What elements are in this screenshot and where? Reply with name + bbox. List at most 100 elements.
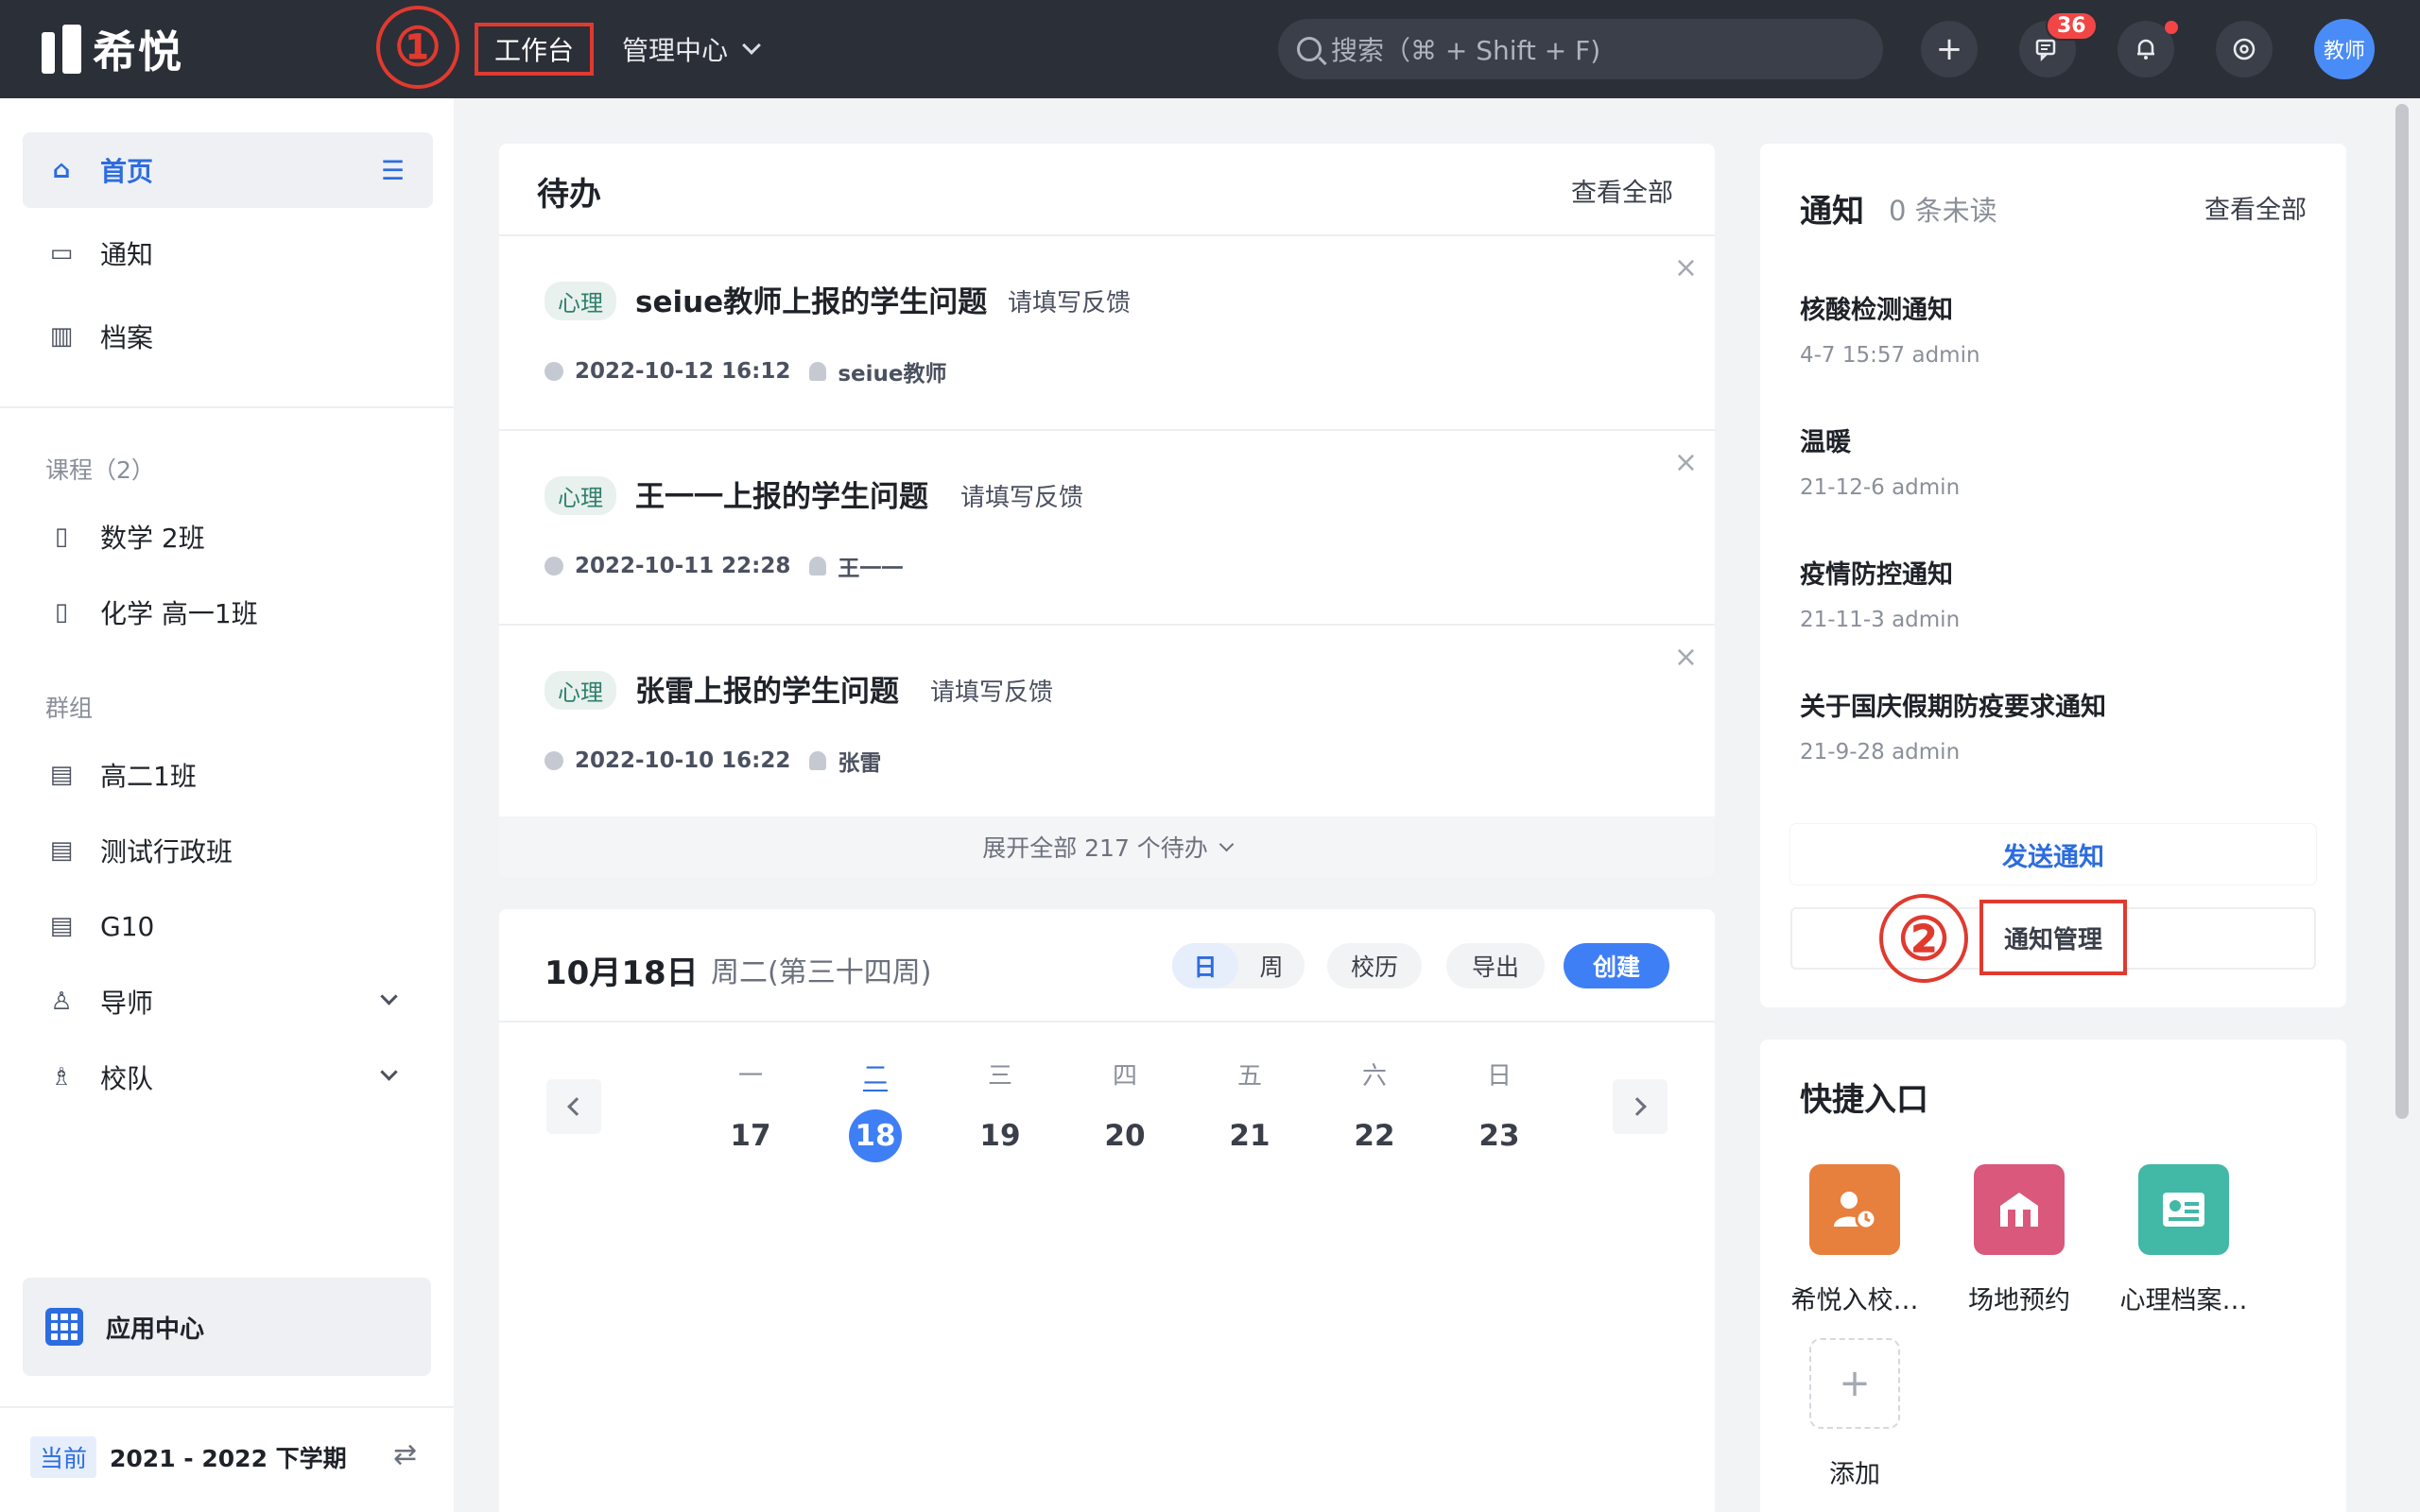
sidebar-item-label: 校队 <box>100 1063 154 1094</box>
close-icon[interactable]: × <box>1674 446 1698 479</box>
todo-item-user: 王一一 <box>838 557 904 581</box>
avatar[interactable]: 教师 <box>2314 19 2375 79</box>
sidebar-item-label: 化学 高一1班 <box>100 598 258 629</box>
todo-item-action[interactable]: 请填写反馈 <box>1008 284 1131 318</box>
plus-icon: + <box>1809 1338 1900 1429</box>
notice-item-meta: 21-9-28 admin <box>1800 740 1961 765</box>
notice-item[interactable]: 疫情防控通知 21-11-3 admin <box>1800 554 1960 632</box>
expand-all-todos[interactable]: 展开全部 217 个待办 <box>499 816 1715 877</box>
todo-item[interactable]: 心理 seiue教师上报的学生问题 请填写反馈 2022-10-12 16:12… <box>499 234 1715 427</box>
search-input[interactable]: 搜索（⌘ + Shift + F) <box>1278 19 1883 79</box>
notice-manage-button[interactable]: 通知管理 <box>1979 900 2127 975</box>
todo-item[interactable]: 心理 王一一上报的学生问题 请填写反馈 2022-10-11 22:28 王一一… <box>499 429 1715 622</box>
term-selector[interactable]: 当前 2021 - 2022 下学期 <box>30 1436 347 1478</box>
expand-label: 展开全部 217 个待办 <box>982 834 1208 862</box>
notice-item[interactable]: 温暖 21-12-6 admin <box>1800 421 1960 500</box>
calendar-card: 10月18日 周二(第三十四周) 日 周 校历 导出 创建 一 17 二 18 三 1… <box>499 909 1715 1512</box>
create-button[interactable]: 创建 <box>1564 943 1669 988</box>
calendar-day[interactable]: 日 23 <box>1461 1057 1537 1162</box>
quick-entry-add[interactable]: + 添加 <box>1770 1338 1940 1490</box>
todo-item-action[interactable]: 请填写反馈 <box>930 673 1053 708</box>
add-button[interactable]: + <box>1921 21 1978 77</box>
sidebar-item-label: 档案 <box>100 322 154 353</box>
sidebar-item-label: 测试行政班 <box>100 836 233 868</box>
user-icon <box>809 362 827 381</box>
notice-item[interactable]: 关于国庆假期防疫要求通知 21-9-28 admin <box>1800 686 2106 765</box>
settings-button[interactable] <box>2216 21 2273 77</box>
todo-item[interactable]: 心理 张雷上报的学生问题 请填写反馈 2022-10-10 16:22 张雷 × <box>499 624 1715 816</box>
sidebar-item-team[interactable]: ♗ 校队 <box>23 1040 433 1115</box>
send-notice-button[interactable]: 发送通知 <box>1790 824 2316 885</box>
category-tag: 心理 <box>544 282 616 320</box>
sidebar-item-label: 首页 <box>100 156 154 187</box>
sidebar-item-label: 通知 <box>100 239 154 270</box>
todo-title: 待办 <box>537 176 601 214</box>
courses-header: 课程（2） <box>45 456 155 484</box>
app-center-button[interactable]: 应用中心 <box>23 1278 431 1376</box>
notice-item-title: 温暖 <box>1800 428 1851 457</box>
notice-view-all[interactable]: 查看全部 <box>2204 189 2307 226</box>
school-calendar-button[interactable]: 校历 <box>1327 943 1422 988</box>
notice-item-meta: 21-11-3 admin <box>1800 608 1961 632</box>
day-number: 19 <box>979 1119 1021 1153</box>
nav-admin-center[interactable]: 管理中心 <box>622 23 761 76</box>
clock-icon <box>544 751 563 770</box>
next-week-button[interactable] <box>1613 1079 1668 1134</box>
sidebar-item-archive[interactable]: ▥ 档案 <box>23 299 433 374</box>
view-week-button[interactable]: 周 <box>1238 943 1305 988</box>
term-name: 2021 - 2022 下学期 <box>110 1445 347 1472</box>
chevron-down-icon <box>380 988 398 1005</box>
quick-entry-item[interactable]: 心理档案… <box>2099 1164 2269 1316</box>
calendar-day[interactable]: 五 21 <box>1212 1057 1288 1162</box>
quick-entry-label: 希悦入校… <box>1790 1286 1919 1315</box>
sidebar-item-course[interactable]: ▯ 化学 高一1班 <box>23 575 433 650</box>
notice-title: 通知 <box>1800 193 1864 231</box>
campus-entry-icon <box>1809 1164 1900 1255</box>
chevron-down-icon <box>380 1063 398 1081</box>
sidebar-item-mentor[interactable]: ♙ 导师 <box>23 964 433 1040</box>
collapse-sidebar-icon[interactable]: ☰ <box>381 155 405 186</box>
view-day-button[interactable]: 日 <box>1172 943 1238 988</box>
todo-item-action[interactable]: 请填写反馈 <box>960 478 1083 513</box>
notice-item[interactable]: 核酸检测通知 4-7 15:57 admin <box>1800 289 1980 368</box>
switch-icon[interactable]: ⇄ <box>393 1438 417 1471</box>
sidebar-item-course[interactable]: ▯ 数学 2班 <box>23 499 433 575</box>
clock-icon <box>544 362 563 381</box>
close-icon[interactable]: × <box>1674 251 1698 284</box>
sidebar-item-group[interactable]: ▤ G10 <box>23 888 433 964</box>
logo[interactable]: 希悦 <box>42 23 183 77</box>
step-2-marker: ② <box>1879 894 1968 983</box>
logo-text: 希悦 <box>93 26 183 77</box>
calendar-day[interactable]: 一 17 <box>713 1057 788 1162</box>
calendar-day[interactable]: 三 19 <box>962 1057 1038 1162</box>
calendar-day-today[interactable]: 二 18 <box>838 1057 913 1162</box>
view-switch: 日 周 <box>1172 943 1305 988</box>
prev-week-button[interactable] <box>546 1079 601 1134</box>
close-icon[interactable]: × <box>1674 641 1698 674</box>
sidebar-item-home[interactable]: ⌂ 首页 ☰ <box>23 132 433 208</box>
day-number: 23 <box>1478 1119 1520 1153</box>
nav-workbench[interactable]: 工作台 <box>475 23 594 76</box>
sidebar-item-notice[interactable]: ▭ 通知 <box>23 215 433 291</box>
calendar-week: 周二(第三十四周) <box>711 956 932 989</box>
todo-view-all[interactable]: 查看全部 <box>1571 172 1673 209</box>
venue-booking-icon <box>1974 1164 2065 1255</box>
calendar-day[interactable]: 六 22 <box>1337 1057 1412 1162</box>
sidebar-item-group[interactable]: ▤ 测试行政班 <box>23 813 433 888</box>
sidebar: ⌂ 首页 ☰ ▭ 通知 ▥ 档案 课程（2） ▯ 数学 2班 ▯ 化学 高一1班… <box>0 98 454 1512</box>
notice-item-meta: 4-7 15:57 admin <box>1800 343 1980 368</box>
export-button[interactable]: 导出 <box>1446 943 1545 988</box>
course-icon: ▯ <box>54 523 69 551</box>
quick-entry-card: 快捷入口 希悦入校… 场地预约 心理档案… + 添加 <box>1760 1040 2346 1512</box>
groups-header: 群组 <box>45 695 94 722</box>
chevron-right-icon <box>1628 1097 1647 1116</box>
calendar-day[interactable]: 四 20 <box>1087 1057 1163 1162</box>
page-scrollbar[interactable] <box>2395 104 2409 1119</box>
quick-entry-item[interactable]: 场地预约 <box>1934 1164 2104 1316</box>
sidebar-item-group[interactable]: ▤ 高二1班 <box>23 737 433 813</box>
quick-entry-item[interactable]: 希悦入校… <box>1770 1164 1940 1316</box>
user-icon <box>809 557 827 576</box>
weekday-label: 一 <box>737 1062 763 1091</box>
group-icon: ▤ <box>49 912 74 940</box>
todo-item-user: 张雷 <box>838 751 882 776</box>
